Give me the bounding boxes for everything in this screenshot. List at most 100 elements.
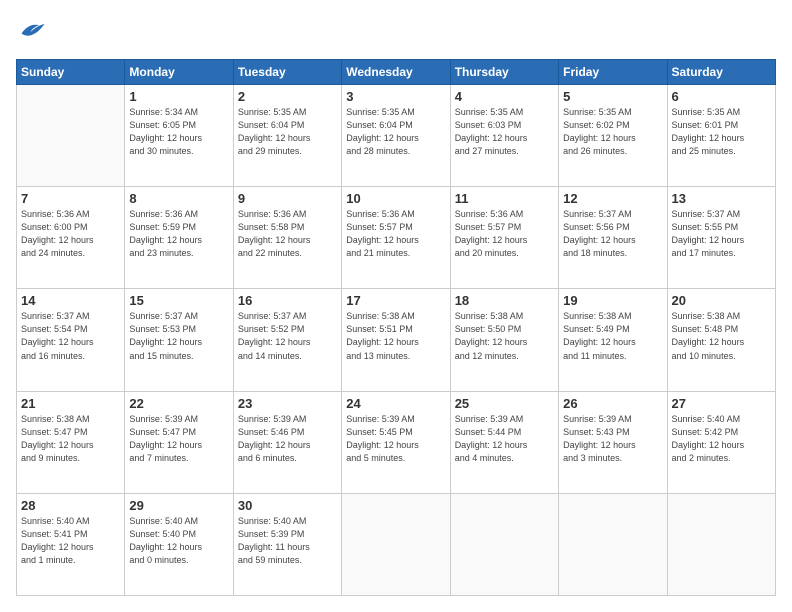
day-info: Sunrise: 5:37 AMSunset: 5:53 PMDaylight:… — [129, 310, 228, 362]
day-number: 16 — [238, 293, 337, 308]
day-info: Sunrise: 5:35 AMSunset: 6:01 PMDaylight:… — [672, 106, 771, 158]
calendar-cell — [342, 493, 450, 595]
weekday-header-sunday: Sunday — [17, 60, 125, 85]
calendar-cell: 11Sunrise: 5:36 AMSunset: 5:57 PMDayligh… — [450, 187, 558, 289]
day-number: 8 — [129, 191, 228, 206]
calendar-cell: 19 Sunrise: 5:38 AMSunset: 5:49 PMDayligh… — [559, 289, 667, 391]
day-info: Sunrise: 5:40 AMSunset: 5:40 PMDaylight:… — [129, 515, 228, 567]
calendar-cell: 12 Sunrise: 5:37 AMSunset: 5:56 PMDayligh… — [559, 187, 667, 289]
calendar-table: SundayMondayTuesdayWednesdayThursdayFrid… — [16, 59, 776, 596]
day-info: Sunrise: 5:37 AMSunset: 5:52 PMDaylight:… — [238, 310, 337, 362]
calendar-cell — [667, 493, 775, 595]
day-info: Sunrise: 5:36 AMSunset: 5:59 PMDaylight:… — [129, 208, 228, 260]
day-number: 20 — [672, 293, 771, 308]
calendar-cell: 6 Sunrise: 5:35 AMSunset: 6:01 PMDaylight… — [667, 85, 775, 187]
day-number: 14 — [21, 293, 120, 308]
day-info: Sunrise: 5:40 AMSunset: 5:39 PMDaylight:… — [238, 515, 337, 567]
day-number: 22 — [129, 396, 228, 411]
calendar-cell: 14 Sunrise: 5:37 AMSunset: 5:54 PMDayligh… — [17, 289, 125, 391]
day-number: 15 — [129, 293, 228, 308]
day-info: Sunrise: 5:39 AMSunset: 5:47 PMDaylight:… — [129, 413, 228, 465]
day-info: Sunrise: 5:38 AMSunset: 5:49 PMDaylight:… — [563, 310, 662, 362]
calendar-cell: 18Sunrise: 5:38 AMSunset: 5:50 PMDayligh… — [450, 289, 558, 391]
page-header — [16, 16, 776, 49]
day-info: Sunrise: 5:37 AMSunset: 5:55 PMDaylight:… — [672, 208, 771, 260]
day-number: 27 — [672, 396, 771, 411]
day-info: Sunrise: 5:36 AMSunset: 5:58 PMDaylight:… — [238, 208, 337, 260]
calendar-cell: 7 Sunrise: 5:36 AMSunset: 6:00 PMDaylight… — [17, 187, 125, 289]
calendar-cell: 13 Sunrise: 5:37 AMSunset: 5:55 PMDayligh… — [667, 187, 775, 289]
day-number: 23 — [238, 396, 337, 411]
day-number: 4 — [455, 89, 554, 104]
weekday-header-saturday: Saturday — [667, 60, 775, 85]
calendar-cell: 21 Sunrise: 5:38 AMSunset: 5:47 PMDayligh… — [17, 391, 125, 493]
logo-bird-icon — [18, 16, 46, 44]
day-number: 13 — [672, 191, 771, 206]
day-number: 7 — [21, 191, 120, 206]
calendar-week-row: 14 Sunrise: 5:37 AMSunset: 5:54 PMDayligh… — [17, 289, 776, 391]
day-info: Sunrise: 5:40 AMSunset: 5:41 PMDaylight:… — [21, 515, 120, 567]
calendar-week-row: 28 Sunrise: 5:40 AMSunset: 5:41 PMDayligh… — [17, 493, 776, 595]
calendar-cell: 15 Sunrise: 5:37 AMSunset: 5:53 PMDayligh… — [125, 289, 233, 391]
day-number: 30 — [238, 498, 337, 513]
weekday-header-row: SundayMondayTuesdayWednesdayThursdayFrid… — [17, 60, 776, 85]
calendar-week-row: 21 Sunrise: 5:38 AMSunset: 5:47 PMDayligh… — [17, 391, 776, 493]
calendar-week-row: 7 Sunrise: 5:36 AMSunset: 6:00 PMDaylight… — [17, 187, 776, 289]
day-info: Sunrise: 5:40 AMSunset: 5:42 PMDaylight:… — [672, 413, 771, 465]
day-number: 21 — [21, 396, 120, 411]
calendar-cell: 5Sunrise: 5:35 AMSunset: 6:02 PMDaylight… — [559, 85, 667, 187]
weekday-header-friday: Friday — [559, 60, 667, 85]
day-info: Sunrise: 5:39 AMSunset: 5:45 PMDaylight:… — [346, 413, 445, 465]
calendar-cell: 23 Sunrise: 5:39 AMSunset: 5:46 PMDayligh… — [233, 391, 341, 493]
day-number: 10 — [346, 191, 445, 206]
day-info: Sunrise: 5:36 AMSunset: 5:57 PMDaylight:… — [346, 208, 445, 260]
day-info: Sunrise: 5:38 AMSunset: 5:48 PMDaylight:… — [672, 310, 771, 362]
weekday-header-tuesday: Tuesday — [233, 60, 341, 85]
weekday-header-wednesday: Wednesday — [342, 60, 450, 85]
calendar-cell: 9Sunrise: 5:36 AMSunset: 5:58 PMDaylight… — [233, 187, 341, 289]
calendar-cell: 2Sunrise: 5:35 AMSunset: 6:04 PMDaylight… — [233, 85, 341, 187]
day-info: Sunrise: 5:36 AMSunset: 6:00 PMDaylight:… — [21, 208, 120, 260]
day-number: 2 — [238, 89, 337, 104]
day-number: 29 — [129, 498, 228, 513]
day-info: Sunrise: 5:38 AMSunset: 5:51 PMDaylight:… — [346, 310, 445, 362]
day-number: 6 — [672, 89, 771, 104]
day-number: 19 — [563, 293, 662, 308]
calendar-cell: 16 Sunrise: 5:37 AMSunset: 5:52 PMDayligh… — [233, 289, 341, 391]
day-info: Sunrise: 5:34 AMSunset: 6:05 PMDaylight:… — [129, 106, 228, 158]
day-number: 28 — [21, 498, 120, 513]
calendar-cell: 28 Sunrise: 5:40 AMSunset: 5:41 PMDayligh… — [17, 493, 125, 595]
calendar-cell: 1 Sunrise: 5:34 AMSunset: 6:05 PMDaylight… — [125, 85, 233, 187]
day-number: 25 — [455, 396, 554, 411]
calendar-cell: 30 Sunrise: 5:40 AMSunset: 5:39 PMDayligh… — [233, 493, 341, 595]
day-number: 24 — [346, 396, 445, 411]
day-info: Sunrise: 5:37 AMSunset: 5:54 PMDaylight:… — [21, 310, 120, 362]
calendar-cell: 20 Sunrise: 5:38 AMSunset: 5:48 PMDayligh… — [667, 289, 775, 391]
day-info: Sunrise: 5:39 AMSunset: 5:43 PMDaylight:… — [563, 413, 662, 465]
calendar-cell: 4Sunrise: 5:35 AMSunset: 6:03 PMDaylight… — [450, 85, 558, 187]
calendar-cell: 17 Sunrise: 5:38 AMSunset: 5:51 PMDayligh… — [342, 289, 450, 391]
weekday-header-thursday: Thursday — [450, 60, 558, 85]
calendar-cell: 26 Sunrise: 5:39 AMSunset: 5:43 PMDayligh… — [559, 391, 667, 493]
day-number: 1 — [129, 89, 228, 104]
calendar-cell: 24 Sunrise: 5:39 AMSunset: 5:45 PMDayligh… — [342, 391, 450, 493]
day-info: Sunrise: 5:38 AMSunset: 5:47 PMDaylight:… — [21, 413, 120, 465]
day-info: Sunrise: 5:35 AMSunset: 6:04 PMDaylight:… — [346, 106, 445, 158]
day-number: 26 — [563, 396, 662, 411]
day-info: Sunrise: 5:35 AMSunset: 6:02 PMDaylight:… — [563, 106, 662, 158]
calendar-cell: 8 Sunrise: 5:36 AMSunset: 5:59 PMDaylight… — [125, 187, 233, 289]
day-number: 18 — [455, 293, 554, 308]
calendar-cell: 25Sunrise: 5:39 AMSunset: 5:44 PMDayligh… — [450, 391, 558, 493]
day-number: 17 — [346, 293, 445, 308]
calendar-cell: 10 Sunrise: 5:36 AMSunset: 5:57 PMDayligh… — [342, 187, 450, 289]
calendar-cell: 29 Sunrise: 5:40 AMSunset: 5:40 PMDayligh… — [125, 493, 233, 595]
calendar-cell: 22 Sunrise: 5:39 AMSunset: 5:47 PMDayligh… — [125, 391, 233, 493]
day-info: Sunrise: 5:37 AMSunset: 5:56 PMDaylight:… — [563, 208, 662, 260]
calendar-cell — [559, 493, 667, 595]
logo — [16, 16, 46, 49]
calendar-cell: 3 Sunrise: 5:35 AMSunset: 6:04 PMDaylight… — [342, 85, 450, 187]
day-number: 12 — [563, 191, 662, 206]
calendar-cell — [17, 85, 125, 187]
day-number: 3 — [346, 89, 445, 104]
day-info: Sunrise: 5:39 AMSunset: 5:46 PMDaylight:… — [238, 413, 337, 465]
